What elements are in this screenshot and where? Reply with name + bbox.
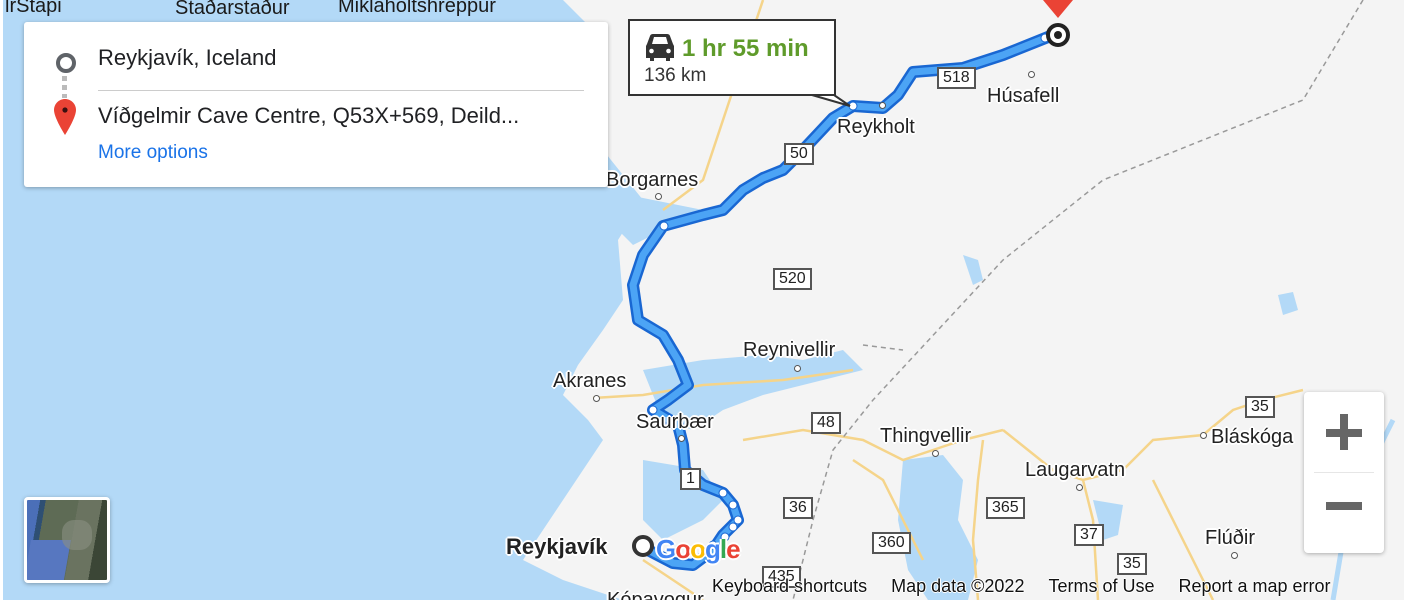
place-label: Borgarnes: [606, 169, 699, 191]
minus-icon: [1326, 502, 1362, 510]
place-label: Miklaholtshreppur: [338, 0, 496, 17]
zoom-in-button[interactable]: [1304, 392, 1384, 472]
road-shield: 518: [937, 67, 976, 89]
place-label: Saurbær: [636, 411, 714, 433]
road-shield: 520: [773, 268, 812, 290]
place-dot: [1231, 552, 1238, 559]
origin-text[interactable]: Reykjavík, Iceland: [98, 45, 277, 71]
road-shield: 35: [1245, 396, 1275, 418]
logo-letter: o: [675, 534, 691, 564]
google-logo: Google: [656, 534, 741, 565]
place-label: Húsafell: [987, 85, 1060, 107]
zoom-control: [1304, 392, 1384, 553]
lake-small-2: [1278, 292, 1298, 315]
place-dot: [879, 102, 886, 109]
map-footer: Keyboard shortcuts Map data ©2022 Terms …: [700, 573, 1343, 599]
place-label: Laugarvatn: [1025, 459, 1126, 481]
keyboard-shortcuts-link[interactable]: Keyboard shortcuts: [700, 573, 879, 599]
satellite-thumbnail-land: [62, 520, 92, 550]
origin-circle-icon: [56, 53, 76, 73]
road-shield: 36: [783, 497, 813, 519]
road-shield: 365: [986, 497, 1025, 519]
lake-small: [963, 255, 983, 285]
place-label-origin: Reykjavík: [506, 534, 608, 559]
satellite-thumbnail-water: [27, 540, 71, 580]
place-dot: [1200, 432, 1207, 439]
logo-letter: G: [656, 534, 676, 564]
route-duration: 1 hr 55 min: [682, 35, 809, 62]
place-label: Thingvellir: [880, 425, 972, 447]
place-dot: [1076, 484, 1083, 491]
map-data-attribution: Map data ©2022: [891, 576, 1025, 596]
destination-pin-icon: [54, 99, 76, 135]
boundary-line-2: [862, 344, 904, 351]
route-info-callout[interactable]: 1 hr 55 min 136 km: [628, 19, 836, 96]
place-label: Bláskóga: [1211, 426, 1294, 448]
place-label: Akranes: [553, 370, 627, 392]
plus-icon-vertical: [1340, 414, 1348, 450]
terms-of-use-link[interactable]: Terms of Use: [1036, 573, 1166, 599]
place-label: Reykholt: [837, 116, 915, 138]
report-map-error-link[interactable]: Report a map error: [1166, 573, 1342, 599]
destination-text[interactable]: Víðgelmir Cave Centre, Q53X+569, Deild..…: [98, 103, 519, 129]
place-label: Reynivellir: [743, 339, 836, 361]
road-shield: 37: [1074, 524, 1104, 546]
place-dot: [655, 193, 662, 200]
zoom-out-button[interactable]: [1304, 473, 1384, 553]
place-label: lrStapi: [5, 0, 62, 17]
route-distance: 136 km: [644, 65, 707, 86]
divider: [98, 90, 584, 91]
more-options-link[interactable]: More options: [98, 142, 208, 164]
place-dot: [678, 435, 685, 442]
place-label: Staðarstaður: [175, 0, 290, 19]
road-shield: 1: [680, 468, 701, 490]
logo-letter: o: [690, 534, 706, 564]
road-shield: 48: [811, 412, 841, 434]
place-dot: [1028, 71, 1035, 78]
destination-pin-icon: [1043, 0, 1073, 18]
road-shield: 360: [872, 532, 911, 554]
place-label: Flúðir: [1205, 527, 1256, 549]
origin-marker-icon: [632, 535, 654, 557]
directions-card: Reykjavík, Iceland Víðgelmir Cave Centre…: [24, 22, 608, 187]
place-label: Kópavogur: [607, 589, 704, 600]
road-shield: 50: [784, 143, 814, 165]
place-dot: [932, 450, 939, 457]
place-dot: [593, 395, 600, 402]
satellite-layer-toggle[interactable]: [24, 497, 110, 583]
boundary-line: [792, 0, 1364, 600]
route-dots-icon: [62, 76, 67, 98]
car-icon: [646, 34, 674, 61]
place-dot: [794, 365, 801, 372]
road-shield: 35: [1117, 553, 1147, 575]
logo-letter: g: [705, 534, 721, 564]
logo-letter: e: [726, 534, 741, 564]
